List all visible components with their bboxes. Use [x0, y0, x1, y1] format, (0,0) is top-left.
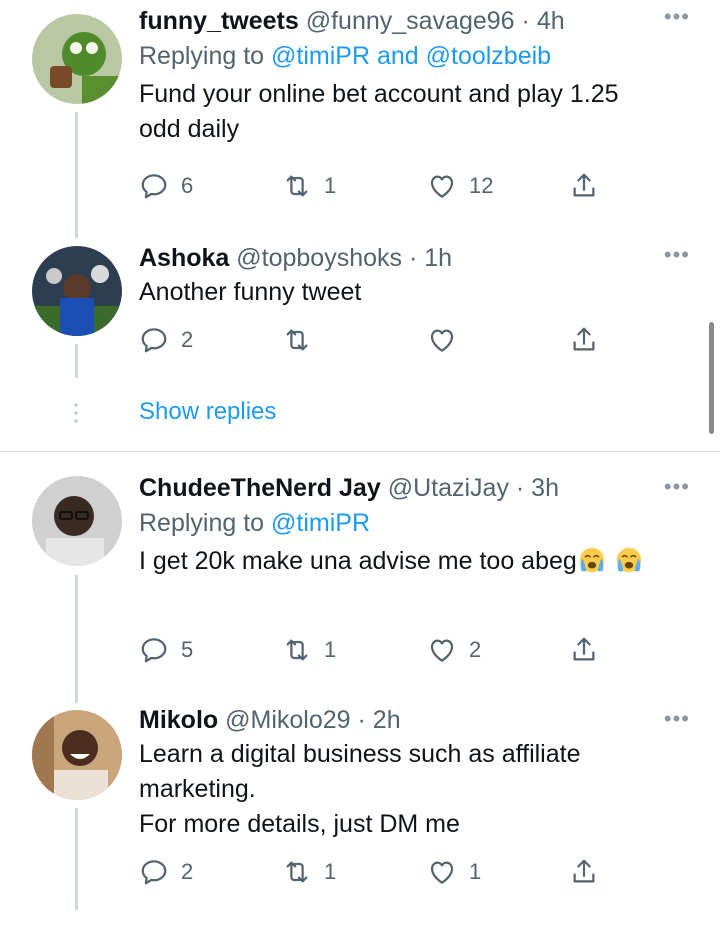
- retweet-button[interactable]: 1: [282, 632, 336, 668]
- tweet-header: funny_tweets @funny_savage96 · 4h: [139, 6, 700, 36]
- more-options-icon[interactable]: •••: [664, 242, 690, 268]
- like-button[interactable]: 2: [427, 632, 481, 668]
- reply-button[interactable]: 6: [139, 168, 193, 204]
- avatar[interactable]: [32, 246, 122, 336]
- username[interactable]: @Mikolo29: [225, 706, 350, 734]
- replying-to: Replying to @timiPR and @toolzbeib: [139, 41, 700, 71]
- share-button[interactable]: [569, 322, 599, 358]
- timestamp[interactable]: · 4h: [522, 7, 565, 35]
- avatar[interactable]: [32, 710, 122, 800]
- reply-button[interactable]: 2: [139, 322, 193, 358]
- tweet-header: Mikolo @Mikolo29 · 2h: [139, 705, 700, 735]
- like-button[interactable]: 1: [427, 854, 481, 890]
- display-name[interactable]: Ashoka: [139, 244, 229, 272]
- share-button[interactable]: [569, 632, 599, 668]
- reply-count: 6: [181, 173, 194, 198]
- like-button[interactable]: 12: [427, 168, 493, 204]
- heart-icon: [427, 635, 457, 665]
- reply-count: 2: [181, 327, 194, 352]
- tweet-text: Fund your online bet account and play 1.…: [139, 80, 619, 143]
- retweet-count: 1: [324, 637, 337, 662]
- reply-button[interactable]: 5: [139, 632, 193, 668]
- tweet-text: Another funny tweet: [139, 278, 362, 306]
- like-count: 12: [469, 173, 494, 198]
- reply-icon: [139, 171, 169, 201]
- heart-icon: [427, 171, 457, 201]
- show-replies-link[interactable]: Show replies: [139, 398, 276, 426]
- reply-count: 2: [181, 859, 194, 884]
- retweet-icon: [282, 325, 312, 355]
- tweet-actions: 2: [139, 322, 619, 358]
- reply-icon: [139, 325, 169, 355]
- heart-icon: [427, 857, 457, 887]
- display-name[interactable]: Mikolo: [139, 706, 218, 734]
- tweet-actions: 6 1 12: [139, 168, 619, 204]
- tweet-actions: 2 1 1: [139, 854, 619, 890]
- share-icon: [569, 171, 599, 201]
- retweet-count: 1: [324, 173, 337, 198]
- username[interactable]: @topboyshoks: [236, 244, 402, 272]
- retweet-button[interactable]: 1: [282, 168, 336, 204]
- timestamp[interactable]: · 1h: [409, 244, 452, 272]
- reply-count: 5: [181, 637, 194, 662]
- tweet-text-wrap: I get 20k make una advise me too abeg: [139, 544, 679, 579]
- more-options-icon[interactable]: •••: [664, 474, 690, 500]
- tweet-text: I get 20k make una advise me too abeg: [139, 547, 577, 575]
- share-icon: [569, 325, 599, 355]
- tweet-header: ChudeeTheNerd Jay @UtaziJay · 3h: [139, 473, 700, 503]
- reply-icon: [139, 635, 169, 665]
- reply-icon: [139, 857, 169, 887]
- avatar[interactable]: [32, 476, 122, 566]
- thread-line: [75, 808, 78, 910]
- replying-to-label: Replying to: [139, 42, 265, 70]
- share-icon: [569, 857, 599, 887]
- retweet-button[interactable]: [282, 322, 312, 358]
- display-name[interactable]: ChudeeTheNerd Jay: [139, 474, 381, 502]
- username[interactable]: @funny_savage96: [306, 7, 515, 35]
- loudly-crying-face-emoji: [577, 545, 607, 575]
- replying-to: Replying to @timiPR: [139, 508, 700, 538]
- username[interactable]: @UtaziJay: [388, 474, 509, 502]
- replying-to-link[interactable]: @timiPR and @toolzbeib: [271, 42, 551, 70]
- heart-icon: [427, 325, 457, 355]
- divider: [0, 451, 720, 452]
- like-count: 2: [469, 637, 482, 662]
- thread-continuation-dots: [74, 403, 78, 423]
- tweet-actions: 5 1 2: [139, 632, 619, 668]
- timestamp[interactable]: · 3h: [516, 474, 559, 502]
- retweet-button[interactable]: 1: [282, 854, 336, 890]
- thread-line: [75, 344, 78, 378]
- thread-line: [75, 112, 78, 238]
- replying-to-link[interactable]: @timiPR: [271, 509, 370, 537]
- retweet-icon: [282, 635, 312, 665]
- retweet-icon: [282, 857, 312, 887]
- tweet-text: Learn a digital business such as affilia…: [139, 740, 581, 838]
- timestamp[interactable]: · 2h: [358, 706, 401, 734]
- share-button[interactable]: [569, 168, 599, 204]
- retweet-count: 1: [324, 859, 337, 884]
- like-button[interactable]: [427, 322, 457, 358]
- avatar[interactable]: [32, 14, 122, 104]
- share-icon: [569, 635, 599, 665]
- display-name[interactable]: funny_tweets: [139, 7, 299, 35]
- thread-line: [75, 575, 78, 703]
- retweet-icon: [282, 171, 312, 201]
- like-count: 1: [469, 859, 482, 884]
- loudly-crying-face-emoji: [614, 545, 644, 575]
- tweet-header: Ashoka @topboyshoks · 1h: [139, 243, 700, 273]
- reply-button[interactable]: 2: [139, 854, 193, 890]
- replying-to-label: Replying to: [139, 509, 265, 537]
- more-options-icon[interactable]: •••: [664, 706, 690, 732]
- share-button[interactable]: [569, 854, 599, 890]
- scrollbar[interactable]: [709, 322, 714, 434]
- more-options-icon[interactable]: •••: [664, 4, 690, 30]
